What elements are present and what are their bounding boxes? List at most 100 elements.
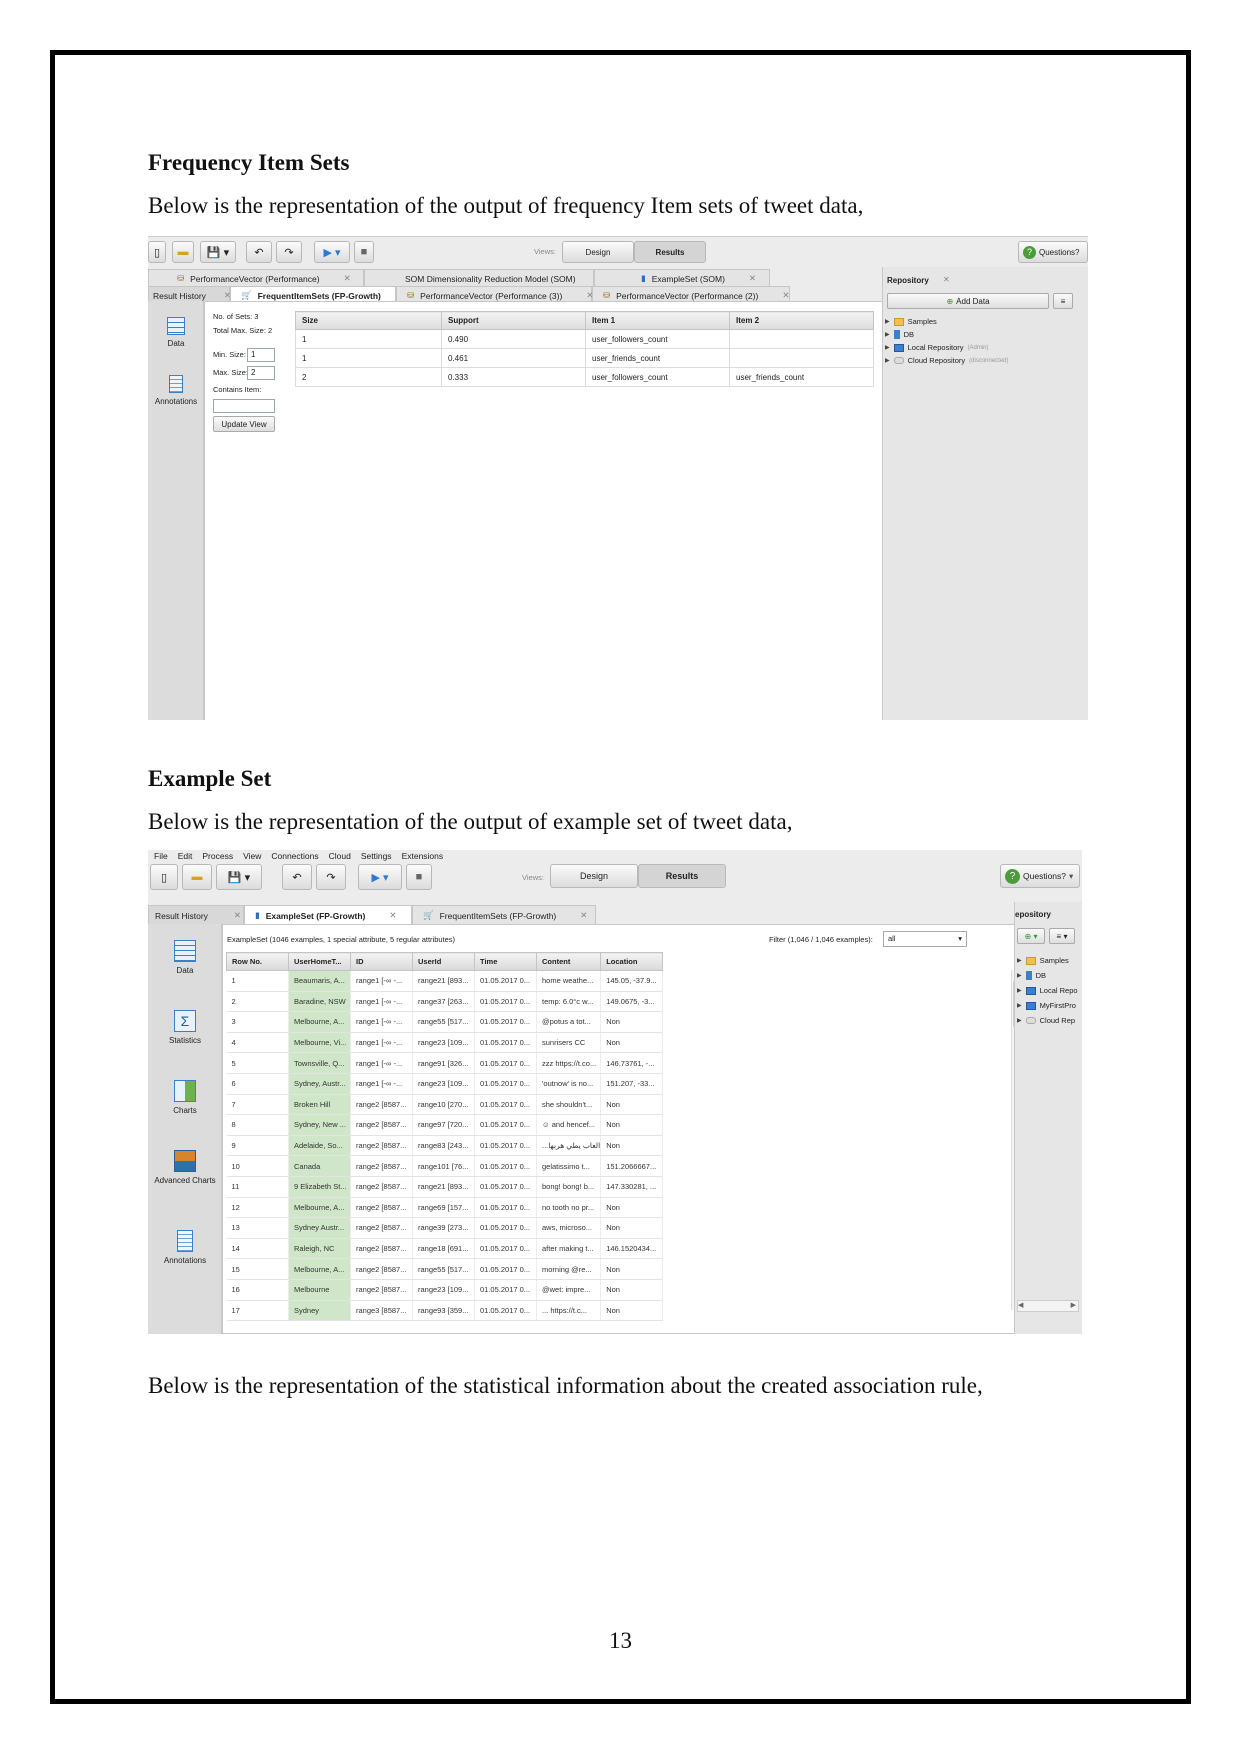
sidebar-item-advanced-charts[interactable]: Advanced Charts <box>148 1150 222 1185</box>
close-icon[interactable]: ✕ <box>344 273 351 284</box>
repo-item-cloud[interactable]: ▶ Cloud Rep <box>1017 1016 1075 1025</box>
new-process-icon[interactable]: ▯ <box>148 241 166 263</box>
close-icon[interactable]: ✕ <box>580 910 587 921</box>
table-row[interactable]: 14 Raleigh, NC range2 [8587... range18 [691… <box>226 1238 664 1260</box>
open-folder-icon[interactable]: ▬ <box>182 864 212 890</box>
chevron-left-icon[interactable]: ◀ <box>1018 1302 1023 1309</box>
column-header[interactable]: Row No. <box>226 952 289 971</box>
menu-connections[interactable]: Connections <box>271 851 318 861</box>
repo-item-db[interactable]: ▶ DB <box>1017 971 1046 980</box>
menu-cloud[interactable]: Cloud <box>329 851 351 861</box>
stop-icon[interactable]: ■ <box>406 864 432 890</box>
close-icon[interactable]: ✕ <box>749 273 756 284</box>
column-header[interactable]: Content <box>535 952 602 971</box>
menu-settings[interactable]: Settings <box>361 851 392 861</box>
expand-icon[interactable]: ▶ <box>1017 972 1022 979</box>
expand-icon[interactable]: ▶ <box>885 318 890 325</box>
tab-performance-vector[interactable]: ⛁ PerformanceVector (Performance) ✕ <box>148 269 364 287</box>
menu-edit[interactable]: Edit <box>178 851 193 861</box>
sidebar-item-data[interactable]: Data <box>148 940 222 975</box>
repo-item-local[interactable]: ▶ Local Repo <box>1017 986 1078 995</box>
design-view-button[interactable]: Design <box>550 864 638 888</box>
menu-process[interactable]: Process <box>202 851 233 861</box>
table-row[interactable]: 16 Melbourne range2 [8587... range23 [109..… <box>226 1279 664 1301</box>
table-row[interactable]: 11 9 Elizabeth St... range2 [8587... range2… <box>226 1176 664 1198</box>
undo-icon[interactable]: ↶ <box>282 864 312 890</box>
column-header[interactable]: Time <box>474 952 537 971</box>
column-header[interactable]: UserId <box>412 952 475 971</box>
repo-item-cloud[interactable]: ▶ Cloud Repository (disconnected) <box>885 356 1009 365</box>
close-icon[interactable]: ✕ <box>389 910 396 921</box>
horizontal-scrollbar[interactable]: ◀ ▶ <box>1017 1300 1079 1312</box>
menu-extensions[interactable]: Extensions <box>402 851 444 861</box>
sidebar-item-annotations[interactable]: Annotations <box>148 1230 222 1265</box>
stop-icon[interactable]: ■ <box>354 241 374 263</box>
menu-file[interactable]: File <box>154 851 168 861</box>
open-folder-icon[interactable]: ▬ <box>172 241 194 263</box>
column-header[interactable]: UserHomeT... <box>288 952 351 971</box>
table-row[interactable]: 10 Canada range2 [8587... range101 [76... 01… <box>226 1155 664 1177</box>
repo-item-db[interactable]: ▶ DB <box>885 330 914 339</box>
expand-icon[interactable]: ▶ <box>1017 1017 1022 1024</box>
menu-icon[interactable]: ≡ <box>1053 293 1073 309</box>
questions-button[interactable]: ? Questions? ▾ <box>1000 864 1080 888</box>
run-icon[interactable]: ▶ ▾ <box>314 241 350 263</box>
tab-result-history[interactable]: Result History ✕ <box>148 905 244 925</box>
table-row[interactable]: 9 Adelaide, So... range2 [8587... range83 [… <box>226 1135 664 1157</box>
table-row[interactable]: 5 Townsville, Q... range1 [-∞ -... range91 … <box>226 1052 664 1074</box>
save-icon[interactable]: 💾 ▾ <box>216 864 262 890</box>
expand-icon[interactable]: ▶ <box>885 357 890 364</box>
tab-exampleset-fp-growth[interactable]: ▮ ExampleSet (FP-Growth) ✕ <box>244 905 412 925</box>
expand-icon[interactable]: ▶ <box>885 344 890 351</box>
sidebar-item-statistics[interactable]: Σ Statistics <box>148 1010 222 1045</box>
tab-frequent-itemsets[interactable]: 🛒 FrequentItemSets (FP-Growth) ✕ <box>412 905 596 925</box>
table-row[interactable]: 17 Sydney range3 [8587... range93 [359... 01… <box>226 1300 664 1322</box>
run-icon[interactable]: ▶ ▾ <box>358 864 402 890</box>
min-size-field[interactable]: 1 <box>247 348 275 362</box>
menu-view[interactable]: View <box>243 851 261 861</box>
table-row[interactable]: 13 Sydney Austr... range2 [8587... range39 … <box>226 1217 664 1239</box>
undo-icon[interactable]: ↶ <box>246 241 272 263</box>
expand-icon[interactable]: ▶ <box>1017 987 1022 994</box>
column-header[interactable]: Item 1 <box>585 311 730 330</box>
close-icon[interactable]: ✕ <box>234 910 241 921</box>
chevron-right-icon[interactable]: ▶ <box>1071 1301 1076 1309</box>
expand-icon[interactable]: ▶ <box>885 331 890 338</box>
expand-icon[interactable]: ▶ <box>1017 1002 1022 1009</box>
sidebar-item-data[interactable]: Data <box>148 317 204 348</box>
sidebar-item-charts[interactable]: Charts <box>148 1080 222 1115</box>
table-row[interactable]: 3 Melbourne, A... range1 [-∞ -... range55 [… <box>226 1011 664 1033</box>
table-row[interactable]: 15 Melbourne, A... range2 [8587... range55 … <box>226 1258 664 1280</box>
column-header[interactable]: Size <box>295 311 442 330</box>
table-row[interactable]: 6 Sydney, Austr... range1 [-∞ -... range23 … <box>226 1073 664 1095</box>
design-view-button[interactable]: Design <box>562 241 634 263</box>
results-view-button[interactable]: Results <box>634 241 706 263</box>
new-process-icon[interactable]: ▯ <box>150 864 178 890</box>
tab-exampleset-som[interactable]: ▮ ExampleSet (SOM) ✕ <box>594 269 770 287</box>
menu-icon[interactable]: ≡ ▾ <box>1049 928 1075 944</box>
results-view-button[interactable]: Results <box>638 864 726 888</box>
close-icon[interactable]: ✕ <box>943 275 950 284</box>
update-view-button[interactable]: Update View <box>213 416 275 432</box>
table-row[interactable]: 2 Baradine, NSW range1 [-∞ -... range37 [26… <box>226 991 664 1013</box>
table-row[interactable]: 12 Melbourne, A... range2 [8587... range69 … <box>226 1197 664 1219</box>
repo-item-samples[interactable]: ▶ Samples <box>1017 956 1069 965</box>
tab-som-model[interactable]: SOM Dimensionality Reduction Model (SOM)… <box>364 269 607 287</box>
save-icon[interactable]: 💾 ▾ <box>200 241 236 263</box>
table-row[interactable]: 4 Melbourne, Vi... range1 [-∞ -... range23 … <box>226 1032 664 1054</box>
questions-button[interactable]: ? Questions? <box>1018 241 1088 263</box>
repo-item-myfirstproject[interactable]: ▶ MyFirstPro <box>1017 1001 1076 1010</box>
repo-item-samples[interactable]: ▶ Samples <box>885 317 937 326</box>
table-row[interactable]: 8 Sydney, New ... range2 [8587... range97 [… <box>226 1114 664 1136</box>
redo-icon[interactable]: ↷ <box>276 241 302 263</box>
add-data-button[interactable]: ⊕ Add Data <box>887 293 1049 309</box>
table-row[interactable]: 7 Broken Hill range2 [8587... range10 [270.… <box>226 1094 664 1116</box>
column-header[interactable]: Item 2 <box>729 311 874 330</box>
add-data-button[interactable]: ⊕ ▾ <box>1017 928 1045 944</box>
column-header[interactable]: Location <box>600 952 664 971</box>
max-size-field[interactable]: 2 <box>247 366 275 380</box>
column-header[interactable]: Support <box>441 311 586 330</box>
expand-icon[interactable]: ▶ <box>1017 957 1022 964</box>
table-row[interactable]: 1 0.490 user_followers_count <box>295 329 874 349</box>
contains-item-field[interactable] <box>213 399 275 413</box>
